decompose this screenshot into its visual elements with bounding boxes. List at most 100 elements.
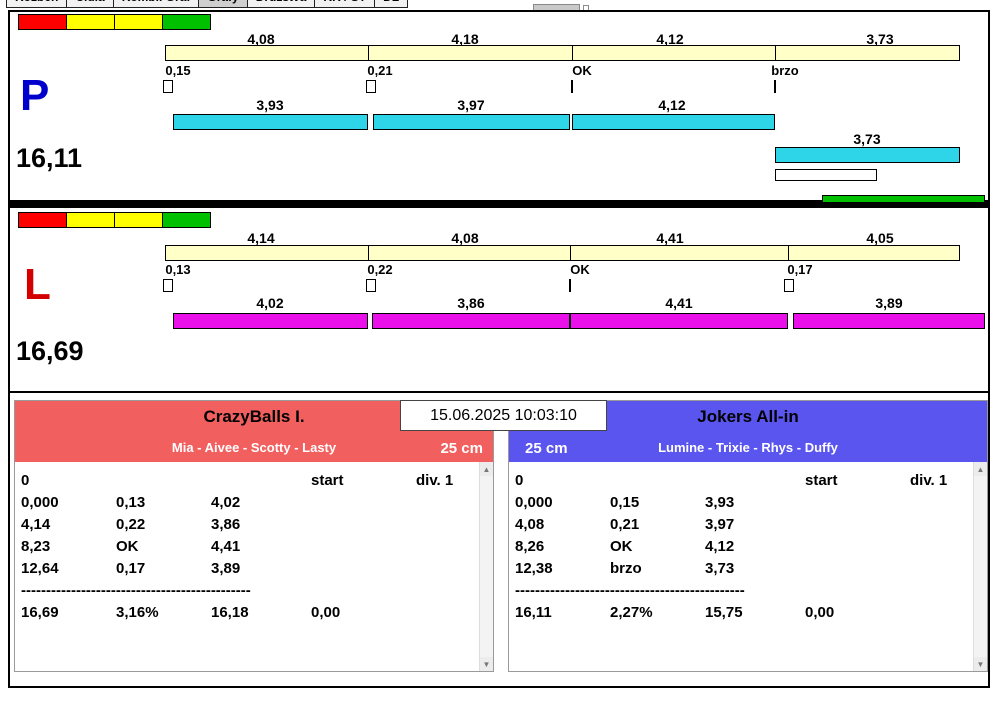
leg-time-label: 3,93: [256, 97, 284, 113]
leg-bar: [570, 313, 788, 329]
sensor-marker-line: [571, 80, 573, 93]
table-scrollbar-left[interactable]: ▲ ▼: [479, 462, 493, 671]
result-cell: 4,08: [515, 516, 545, 533]
result-separator: ----------------------------------------…: [21, 582, 251, 599]
leg-bar: [173, 114, 368, 130]
leg-bar: [372, 313, 570, 329]
exchange-mark-label: OK: [570, 262, 590, 277]
sensor-marker-square: [366, 279, 376, 292]
scroll-down-button[interactable]: ▼: [974, 657, 987, 671]
result-cell: 0,22: [116, 516, 146, 533]
lane-p-letter: P: [20, 71, 50, 120]
split-segment: [166, 46, 369, 60]
result-cell: 4,02: [211, 494, 241, 511]
result-total-row: 16,69 3,16% 16,18 0,00: [15, 602, 493, 624]
result-row: 12,64 0,17 3,89: [15, 558, 493, 580]
leg-bar: [572, 114, 775, 130]
tab-kr-st[interactable]: KR / ST: [315, 0, 376, 8]
graph-table-divider: [10, 391, 988, 393]
table-scrollbar-right[interactable]: ▲ ▼: [973, 462, 987, 671]
result-cell: 0: [21, 472, 30, 489]
tab-druzstva[interactable]: Družstvá: [247, 0, 316, 8]
team-panel-right: Jokers All-in Lumine - Trixie - Rhys - D…: [508, 400, 988, 672]
result-cell: 4,12: [705, 538, 735, 555]
tab-kombi-graf[interactable]: Kombi. Graf: [113, 0, 200, 8]
result-cell: 3,97: [705, 516, 735, 533]
result-cell: 0,17: [116, 560, 146, 577]
result-cell: 12,64: [21, 560, 59, 577]
lane-l-letter: L: [24, 260, 51, 309]
status-lights-l: [18, 212, 211, 228]
split-segment: [369, 46, 573, 60]
result-separator-row: ----------------------------------------…: [15, 580, 493, 602]
result-cell: 3,93: [705, 494, 735, 511]
result-header-row: 0 start div. 1: [509, 470, 987, 492]
result-header-row: 0 start div. 1: [15, 470, 493, 492]
result-row: 12,38 brzo 3,73: [509, 558, 987, 580]
tab-bar: Rozbeh Cidlá Kombi. Graf Grafy Družstvá …: [6, 0, 409, 8]
status-light-red: [18, 212, 67, 228]
total-net: 16,18: [211, 604, 249, 621]
result-cell: OK: [610, 538, 633, 555]
leg-time-label: 4,41: [665, 295, 693, 311]
green-progress-bar: [822, 195, 985, 203]
leg-time-label: 4,02: [256, 295, 284, 311]
result-row: 0,000 0,15 3,93: [509, 492, 987, 514]
leg-time-label: 4,12: [658, 97, 686, 113]
status-light-yellow-2: [114, 212, 163, 228]
split-time-label: 4,08: [451, 230, 479, 246]
sensor-marker-line: [774, 80, 776, 93]
total-net: 15,75: [705, 604, 743, 621]
result-cell: 8,26: [515, 538, 545, 555]
exchange-mark-label: 0,17: [787, 262, 813, 277]
leg-time-label: 3,86: [457, 295, 485, 311]
result-row: 0,000 0,13 4,02: [15, 492, 493, 514]
scroll-down-button[interactable]: ▼: [480, 657, 493, 671]
result-cell: 3,86: [211, 516, 241, 533]
team-results-right: 0 start div. 1 0,000 0,15 3,93 4,08 0,21…: [509, 462, 987, 671]
result-separator: ----------------------------------------…: [515, 582, 745, 599]
exchange-mark-label: 0,13: [165, 262, 191, 277]
total-percent: 2,27%: [610, 604, 653, 621]
split-segment: [573, 46, 776, 60]
lane-p-panel: 4,08 4,18 4,12 3,73 0,15 0,21 OK brzo 3,…: [8, 10, 990, 202]
result-cell: div. 1: [910, 472, 948, 489]
sensor-marker-square: [784, 279, 794, 292]
tab-cidla[interactable]: Cidlá: [67, 0, 114, 8]
outline-bar: [775, 169, 877, 181]
result-row: 4,08 0,21 3,97: [509, 514, 987, 536]
lane-l-total: 16,69: [16, 336, 84, 366]
split-time-label: 4,05: [866, 230, 894, 246]
total-time: 16,69: [21, 604, 59, 621]
leg-bar: [775, 147, 960, 163]
total-penalty: 0,00: [805, 604, 835, 621]
split-timebar-p: [165, 45, 960, 61]
status-light-yellow-1: [66, 14, 115, 30]
sensor-marker-square: [163, 279, 173, 292]
split-segment: [571, 246, 789, 260]
leg-bar: [173, 313, 368, 329]
team-runners-left: Mia - Aivee - Scotty - Lasty: [171, 439, 337, 455]
lane-p-total: 16,11: [16, 143, 83, 173]
result-row: 8,23 OK 4,41: [15, 536, 493, 558]
exchange-mark-label: OK: [572, 63, 592, 78]
total-penalty: 0,00: [311, 604, 341, 621]
leg-time-label: 3,89: [875, 295, 903, 311]
sensor-marker-square: [366, 80, 376, 93]
split-timebar-l: [165, 245, 960, 261]
datetime-display: 15.06.2025 10:03:10: [400, 400, 607, 431]
result-cell: OK: [116, 538, 139, 555]
scroll-up-button[interactable]: ▲: [480, 462, 493, 476]
scroll-up-button[interactable]: ▲: [974, 462, 987, 476]
tab-rozbeh[interactable]: Rozbeh: [6, 0, 68, 8]
sensor-marker-square: [163, 80, 173, 93]
tab-dl[interactable]: DL: [375, 0, 409, 8]
split-segment: [166, 246, 369, 260]
result-cell: 0,13: [116, 494, 146, 511]
result-cell: 3,89: [211, 560, 241, 577]
result-cell: 0,000: [21, 494, 59, 511]
leg-bar: [793, 313, 985, 329]
result-separator-row: ----------------------------------------…: [509, 580, 987, 602]
lane-l-panel: 4,14 4,08 4,41 4,05 0,13 0,22 OK 0,17 4,…: [8, 206, 990, 688]
tab-grafy[interactable]: Grafy: [199, 0, 248, 8]
